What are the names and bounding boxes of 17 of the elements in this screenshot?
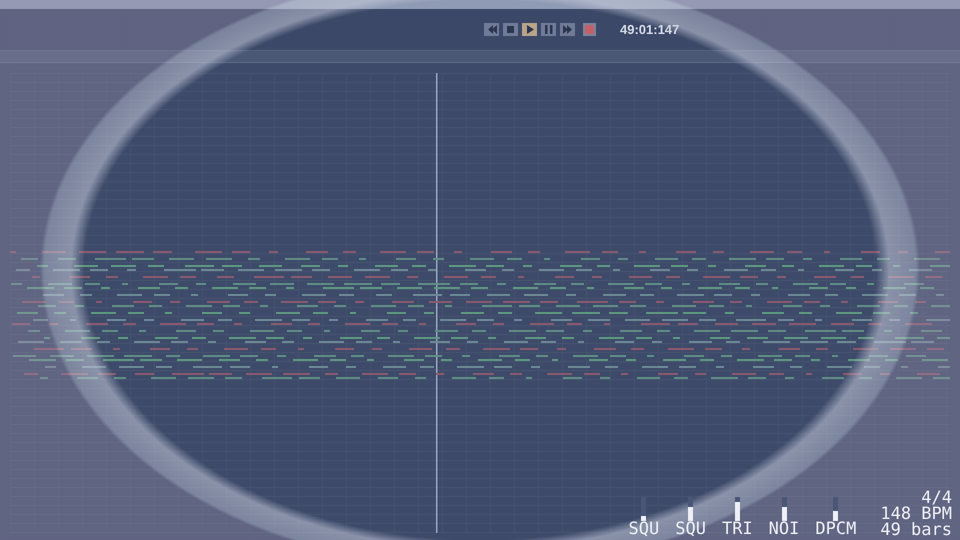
channel-label: NOI — [768, 521, 800, 538]
channel-label: SQU — [628, 521, 660, 538]
rewind-button[interactable] — [484, 23, 499, 36]
time-display: 49:01:147 — [620, 20, 680, 39]
channel-label: TRI — [722, 521, 753, 538]
length-label: 49 bars — [880, 522, 952, 538]
play-button[interactable] — [522, 23, 537, 36]
forward-icon — [561, 23, 574, 36]
channel-label: DPCM — [815, 521, 856, 538]
stop-button[interactable] — [503, 23, 518, 36]
stop-icon — [504, 23, 517, 36]
pause-button[interactable] — [541, 23, 556, 36]
tempo-label: 148 BPM — [880, 506, 952, 522]
pause-icon — [542, 23, 555, 36]
forward-button[interactable] — [560, 23, 575, 36]
time-signature: 4/4 — [920, 490, 952, 506]
channel-label: SQU — [675, 521, 706, 538]
